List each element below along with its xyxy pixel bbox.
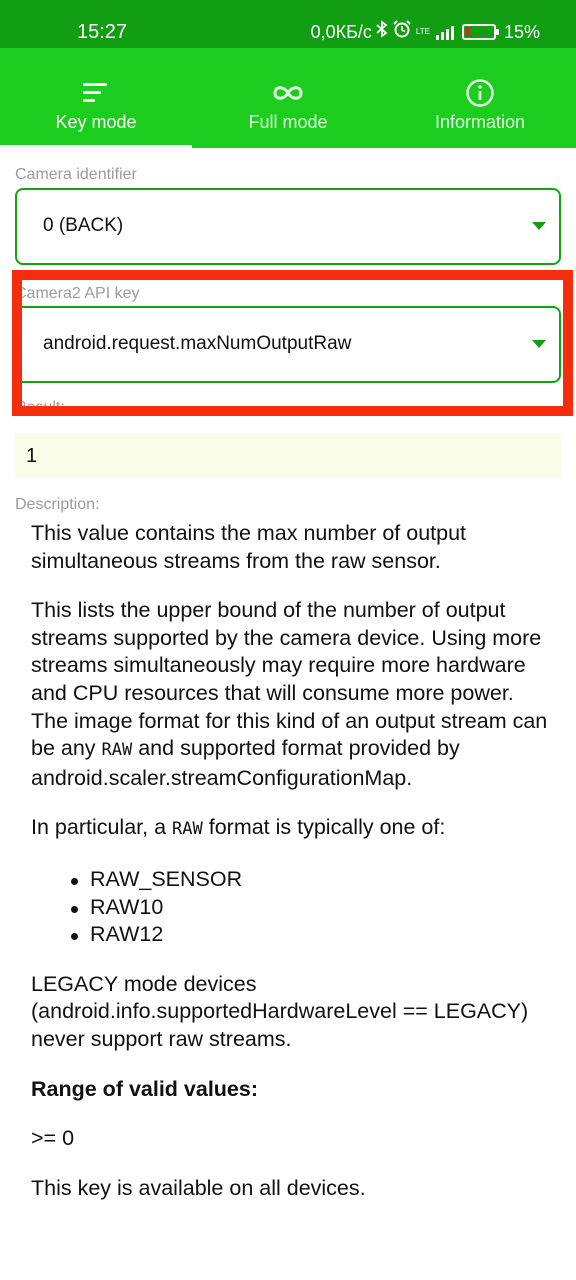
description-text: In particular, a [31,815,173,840]
list-item: RAW12 [71,921,551,949]
raw-format-list: RAW_SENSOR RAW10 RAW12 [31,866,551,949]
menu-icon [79,78,113,108]
tab-key-mode[interactable]: Key mode [0,48,192,148]
tab-label: Key mode [55,112,137,132]
tab-bar: Key mode Full mode Information [0,48,576,148]
highlight-box [12,270,573,416]
status-bar: 15:27 0,0КБ/с LTE 15% [0,0,576,48]
active-tab-indicator [0,145,192,148]
network-speed: 0,0КБ/с [310,21,372,42]
camera-identifier-value: 0 (BACK) [43,215,124,236]
status-time: 15:27 [77,21,128,43]
range-heading: Range of valid values: [31,1076,551,1104]
alarm-icon [392,19,412,45]
description-paragraph: LEGACY mode devices (android.info.suppor… [31,971,529,1051]
network-type: LTE [415,27,430,36]
description-paragraph: This value contains the max number of ou… [31,521,467,573]
description-label: Description: [15,496,100,513]
battery-percent: 15% [503,21,540,42]
range-heading-text: Range of valid values: [31,1076,259,1101]
availability-text: This key is available on all devices. [31,1175,366,1200]
infinity-icon [271,78,305,108]
battery-icon [461,24,499,40]
description-paragraph: In particular, a RAW format is typically… [31,814,551,844]
code-raw: RAW [172,819,203,840]
tab-label: Information [434,112,526,132]
description-body: This value contains the max number of ou… [31,520,551,1224]
code-raw: RAW [101,740,133,761]
info-icon [463,78,497,108]
tab-label: Full mode [248,112,328,132]
bluetooth-icon [376,20,388,44]
tab-information[interactable]: Information [384,48,576,148]
tab-full-mode[interactable]: Full mode [192,48,384,148]
list-item: RAW10 [71,894,551,922]
status-indicators: 0,0КБ/с LTE 15% [311,20,540,44]
result-field: 1 [15,433,561,478]
description-text: format is typically one of: [202,815,446,840]
result-value: 1 [26,445,38,467]
description-paragraph: This lists the upper bound of the number… [31,597,551,792]
camera-identifier-select[interactable]: 0 (BACK) [15,188,561,265]
range-value: >= 0 [31,1126,75,1151]
signal-icon [435,24,454,40]
camera-identifier-label: Camera identifier [15,166,137,183]
dropdown-arrow-icon [532,222,546,230]
list-item: RAW_SENSOR [71,866,551,894]
